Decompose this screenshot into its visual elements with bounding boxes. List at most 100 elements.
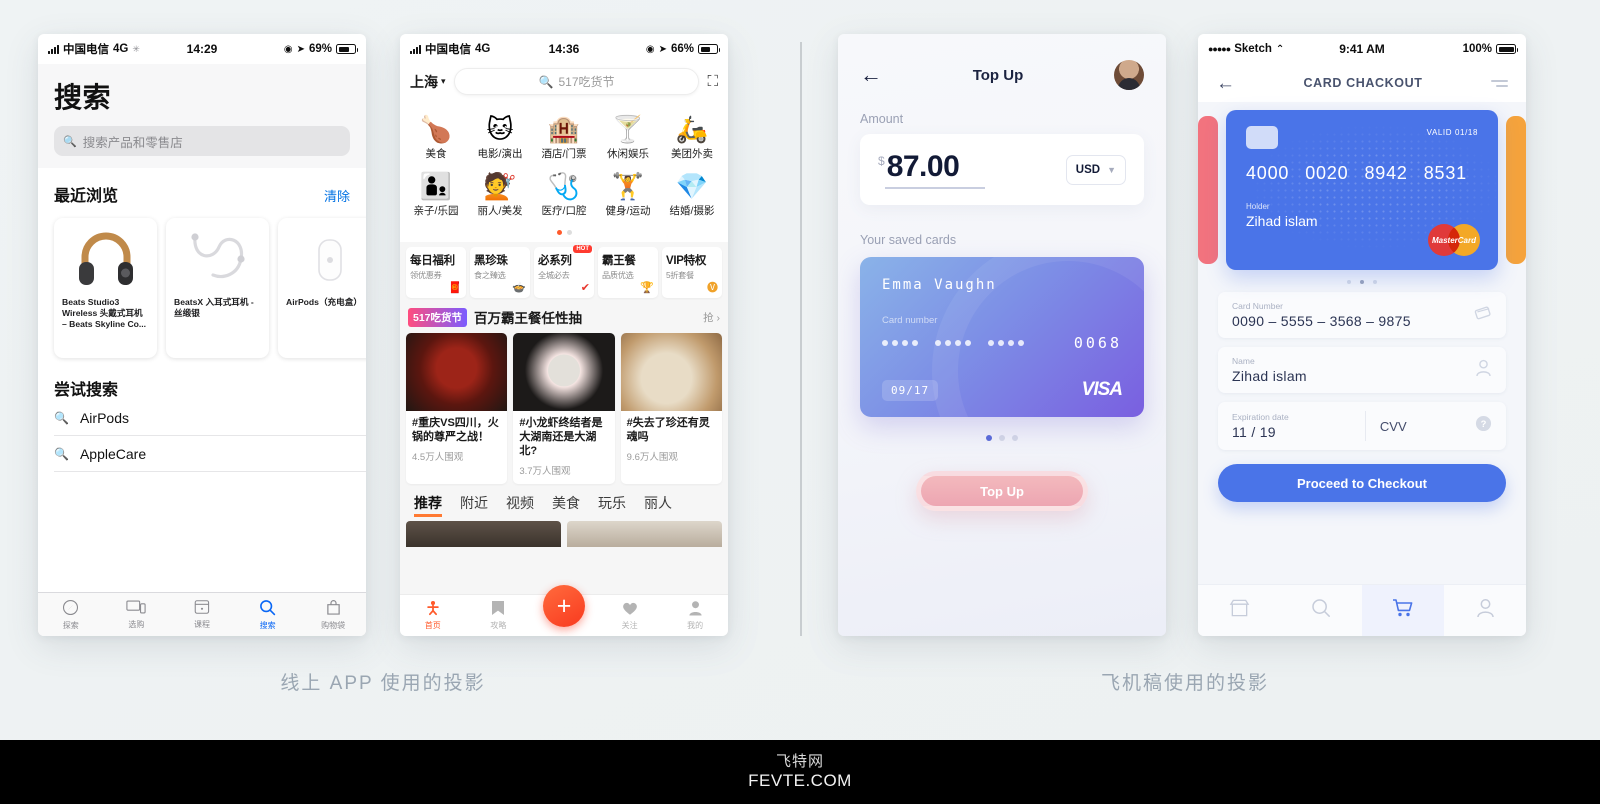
tab-courses[interactable]: 课程 (169, 593, 235, 636)
clear-button[interactable]: 清除 (324, 186, 350, 205)
category-item[interactable]: 🍸 休闲娱乐 (596, 110, 660, 167)
card-number-field[interactable]: Card Number 0090 – 5555 – 3568 – 9875 (1218, 292, 1506, 338)
search-icon (259, 599, 276, 618)
feed-tab[interactable]: 附近 (460, 493, 488, 513)
nav-store[interactable] (1198, 585, 1280, 636)
category-item[interactable]: 🍗 美食 (404, 110, 468, 167)
product-card[interactable]: BeatsX 入耳式耳机 - 丝缎银 (166, 218, 269, 358)
campaign-banner[interactable]: 517吃货节 百万霸王餐任性抽 抢 › (400, 303, 728, 333)
nav-profile[interactable] (1444, 585, 1526, 636)
feed-card[interactable]: #重庆VS四川，火锅的尊严之战！ 4.5万人围观 (406, 333, 508, 484)
feed-tab[interactable]: 美食 (552, 493, 580, 513)
product-card[interactable]: AirPods（充电盒） (278, 218, 366, 358)
tab-label: 购物袋 (321, 620, 346, 630)
nav-follow[interactable]: 关注 (597, 601, 663, 631)
category-item[interactable]: 💇 丽人/美发 (468, 167, 532, 224)
tab-bag[interactable]: 购物袋 (300, 593, 366, 636)
feed-card[interactable]: #小龙虾终结者是大湖南还是大湖北? 3.7万人围观 (513, 333, 615, 484)
phone-mockup-card-checkout: ●●●●● Sketch ⌃ 9:41 AM 100% ← CARD CHACK… (1198, 34, 1526, 636)
tab-explore[interactable]: 探索 (38, 593, 104, 636)
promo-card[interactable]: 每日福利 领优惠券 🧧 (406, 247, 466, 298)
category-item[interactable]: 🏋 健身/运动 (596, 167, 660, 224)
nav-cart[interactable] (1362, 585, 1444, 636)
category-item[interactable]: 👨‍👦 亲子/乐园 (404, 167, 468, 224)
tab-label: 选购 (128, 620, 145, 629)
amount-input[interactable]: 87.00 (884, 150, 986, 189)
feed-tab[interactable]: 丽人 (644, 493, 672, 513)
category-label: 结婚/摄影 (669, 205, 715, 217)
promo-card[interactable]: 黑珍珠 食之臻选 🍲 (470, 247, 530, 298)
nav-label: 我的 (687, 621, 704, 630)
promo-sub: 5折套餐 (666, 271, 694, 280)
name-field[interactable]: Name Zihad islam (1218, 347, 1506, 393)
recent-card-list[interactable]: Beats Studio3 Wireless 头戴式耳机 – Beats Sky… (38, 206, 366, 372)
city-selector[interactable]: 上海 ▾ (410, 72, 446, 92)
nav-label: 关注 (621, 620, 638, 630)
suggestion-row[interactable]: 🔍 AppleCare (54, 436, 366, 472)
nav-bar: ← Top Up (838, 34, 1166, 90)
feed-tab-strip[interactable]: 推荐 附近 视频 美食 玩乐 丽人 (400, 484, 728, 521)
cvv-label[interactable]: CVV (1380, 419, 1475, 434)
card-carousel-pager[interactable] (838, 417, 1166, 441)
card-number-group: 8531 (1423, 163, 1467, 183)
campaign-tag: 517吃货节 (408, 307, 468, 327)
showcase-canvas: 中国电信 4G ✳ 14:29 ◉ ➤ 69% 搜索 🔍 搜索产品和零售店 最近… (0, 0, 1600, 740)
status-bar: ●●●●● Sketch ⌃ 9:41 AM 100% (1198, 34, 1526, 64)
promo-card[interactable]: 霸王餐 品质优选 🏆 (598, 247, 658, 298)
category-label: 健身/运动 (605, 205, 651, 217)
scan-icon[interactable]: ⛶ (707, 73, 718, 90)
expiry-cvv-field[interactable]: Expiration date 11 / 19 CVV ? (1218, 402, 1506, 450)
plus-icon[interactable]: + (543, 585, 585, 627)
currency-select[interactable]: USD ▼ (1065, 154, 1126, 185)
suggestion-row[interactable]: 🔍 AirPods (54, 400, 366, 436)
feed-card[interactable]: #失去了珍还有灵魂吗 9.6万人围观 (620, 333, 722, 484)
promo-title: VIP特权 (666, 255, 707, 267)
feed-tab[interactable]: 推荐 (414, 493, 442, 517)
nav-search[interactable] (1280, 585, 1362, 636)
category-item[interactable]: 💎 结婚/摄影 (660, 167, 724, 224)
category-item[interactable]: 🐱 电影/演出 (468, 110, 532, 167)
card-carousel[interactable]: VALID 01/18 4000 0020 8942 8531 Holder Z… (1198, 110, 1526, 270)
bank-card[interactable]: VALID 01/18 4000 0020 8942 8531 Holder Z… (1226, 110, 1498, 270)
top-up-button[interactable]: Top Up (916, 471, 1088, 511)
arrow-left-icon[interactable]: ← (860, 64, 882, 86)
category-item[interactable]: 🩺 医疗/口腔 (532, 167, 596, 224)
product-card[interactable]: Beats Studio3 Wireless 头戴式耳机 – Beats Sky… (54, 218, 157, 358)
saved-card[interactable]: Emma Vaughn Card number 0068 09/17 VISA (860, 257, 1144, 417)
help-icon[interactable]: ? (1475, 415, 1492, 437)
proceed-to-checkout-button[interactable]: Proceed to Checkout (1218, 464, 1506, 502)
card-peek-right[interactable] (1506, 116, 1526, 264)
promo-card[interactable]: VIP特权 5折套餐 🅥 (662, 247, 722, 298)
avatar[interactable] (1114, 60, 1144, 90)
devices-icon (126, 599, 147, 617)
tab-shop[interactable]: 选购 (104, 593, 170, 636)
card-carousel-pager[interactable] (1198, 270, 1526, 292)
search-input[interactable]: 🔍 517吃货节 (453, 68, 700, 95)
category-item[interactable]: 🏨 酒店/门票 (532, 110, 596, 167)
tab-search[interactable]: 搜索 (235, 593, 301, 636)
card-peek-left[interactable] (1198, 116, 1218, 264)
category-row: 🍗 美食 🐱 电影/演出 🏨 酒店/门票 🍸 休闲娱乐 🛵 美团外卖 (404, 110, 724, 167)
product-name: AirPods（充电盒） (286, 297, 362, 307)
nav-mine[interactable]: 我的 (662, 600, 728, 631)
promo-sub: 全城必去 (538, 271, 570, 280)
lock-rotation-icon: ◉ (283, 43, 293, 55)
nav-guides[interactable]: 攻略 (466, 600, 532, 631)
nav-home[interactable]: 首页 (400, 600, 466, 631)
valid-label: VALID (1426, 128, 1453, 137)
promo-card[interactable]: HOT 必系列 全城必去 ✔ (534, 245, 594, 298)
category-label: 亲子/乐园 (413, 205, 459, 217)
category-icon: 🏋 (611, 171, 645, 201)
hamburger-icon[interactable] (1491, 79, 1508, 87)
promo-sub: 品质优选 (602, 271, 634, 280)
nav-bar: ← CARD CHACKOUT (1198, 64, 1526, 102)
arrow-left-icon[interactable]: ← (1216, 74, 1235, 93)
promo-emoji: 🍲 (512, 282, 526, 294)
feed-card-row: #重庆VS四川，火锅的尊严之战！ 4.5万人围观 #小龙虾终结者是大湖南还是大湖北… (400, 333, 728, 484)
category-item[interactable]: 🛵 美团外卖 (660, 110, 724, 167)
search-input[interactable]: 🔍 搜索产品和零售店 (54, 126, 350, 156)
feed-tab[interactable]: 视频 (506, 493, 534, 513)
feed-tab[interactable]: 玩乐 (598, 493, 626, 513)
mastercard-label: MasterCard (1431, 235, 1476, 245)
campaign-action[interactable]: 抢 › (703, 310, 720, 325)
